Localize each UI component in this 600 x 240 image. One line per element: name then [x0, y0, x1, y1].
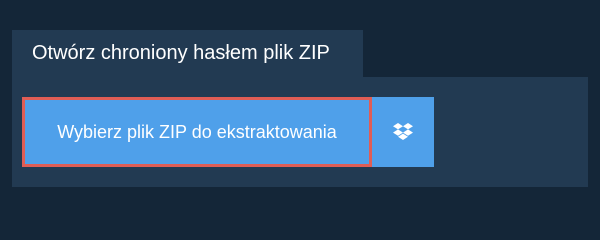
dropbox-button[interactable] — [372, 97, 434, 167]
dropbox-icon — [393, 123, 413, 141]
tab-title: Otwórz chroniony hasłem plik ZIP — [12, 30, 363, 77]
choose-zip-file-button[interactable]: Wybierz plik ZIP do ekstraktowania — [22, 97, 372, 167]
upload-button-group: Wybierz plik ZIP do ekstraktowania — [22, 97, 434, 167]
